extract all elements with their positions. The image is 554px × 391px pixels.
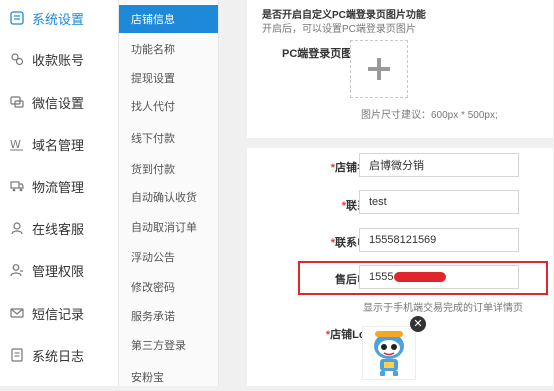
pc-login-panel: 是否开启自定义PC端登录页图片功能 开启后，可以设置PC端登录页图片 PC端登录… [247,0,553,138]
subnav-item-shop-info[interactable]: 店铺信息 [119,5,218,33]
plus-icon [368,58,390,80]
nav-item-label: 收款账号 [32,52,85,68]
subnav-item-proxy-pay[interactable]: 找人代付 [119,92,218,120]
after-sale-phone-value: 1555 [369,271,394,283]
pc-login-hint: 开启后，可以设置PC端登录页图片 [262,24,416,35]
nav-item-label: 物流管理 [32,179,85,195]
subnav-item-cod[interactable]: 货到付款 [119,155,218,183]
subnav-item-floating-notice[interactable]: 浮动公告 [119,243,218,271]
subnav-item-offline-pay[interactable]: 线下付款 [119,124,218,152]
pc-login-image-upload[interactable] [350,40,408,98]
left-nav: 系统设置 收款账号 微信设置 W 域名管理 物流管理 在线客服 管理权限 短信记… [0,0,119,386]
after-sale-phone-hint: 显示于手机端交易完成的订单详情页 [363,303,523,314]
sub-nav: 店铺信息 功能名称 提现设置 找人代付 线下付款 货到付款 自动确认收货 自动取… [119,0,219,386]
nav-item-label: 管理权限 [32,263,85,279]
pc-login-size-hint: 图片尺寸建议：600px * 500px; [361,110,498,121]
pc-login-heading: 是否开启自定义PC端登录页图片功能 [262,10,426,21]
user-permission-icon [10,263,24,277]
subnav-item-withdraw-settings[interactable]: 提现设置 [119,64,218,92]
redaction-mark [394,272,446,282]
subnav-item-anfenbao[interactable]: 安粉宝 [119,363,218,391]
shop-name-input[interactable]: 启博微分销 [359,153,519,177]
account-icon [10,52,24,66]
nav-item-sms-log[interactable]: 短信记录 [0,298,118,328]
subnav-item-auto-confirm[interactable]: 自动确认收货 [119,183,218,211]
nav-item-domain[interactable]: W 域名管理 [0,129,118,159]
customer-service-icon [10,221,24,235]
subnav-item-change-password[interactable]: 修改密码 [119,273,218,301]
nav-item-system-settings[interactable]: 系统设置 [0,3,118,33]
nav-item-payment-account[interactable]: 收款账号 [0,44,118,74]
nav-item-label: 系统设置 [32,11,85,27]
contact-input[interactable]: test [359,190,519,214]
subnav-item-function-name[interactable]: 功能名称 [119,35,218,63]
settings-icon [10,11,24,25]
phone-input[interactable]: 15558121569 [359,228,519,252]
svg-text:W: W [10,138,21,151]
nav-item-label: 微信设置 [32,95,85,111]
nav-item-wechat-settings[interactable]: 微信设置 [0,87,118,117]
close-icon[interactable]: ✕ [410,316,426,332]
nav-item-label: 在线客服 [32,221,85,237]
nav-item-label: 系统日志 [32,348,85,364]
shop-logo-image[interactable] [362,326,416,380]
domain-icon: W [10,137,24,151]
subnav-item-service-promise[interactable]: 服务承诺 [119,302,218,330]
nav-item-system-log[interactable]: 系统日志 [0,340,118,370]
nav-item-online-service[interactable]: 在线客服 [0,213,118,243]
nav-item-permissions[interactable]: 管理权限 [0,255,118,285]
main-content: 是否开启自定义PC端登录页图片功能 开启后，可以设置PC端登录页图片 PC端登录… [219,0,554,386]
log-icon [10,348,24,362]
robot-mascot-icon [374,331,404,376]
sms-icon [10,306,24,320]
nav-item-label: 短信记录 [32,306,85,322]
shop-info-form: 店铺名称： 启博微分销 联系人： test 联系电话： 15558121569 … [247,148,553,386]
subnav-item-third-party-login[interactable]: 第三方登录 [119,331,218,359]
truck-icon [10,179,24,193]
wechat-icon [10,95,24,109]
nav-item-label: 域名管理 [32,137,85,153]
nav-item-logistics[interactable]: 物流管理 [0,171,118,201]
subnav-item-auto-cancel[interactable]: 自动取消订单 [119,213,218,241]
